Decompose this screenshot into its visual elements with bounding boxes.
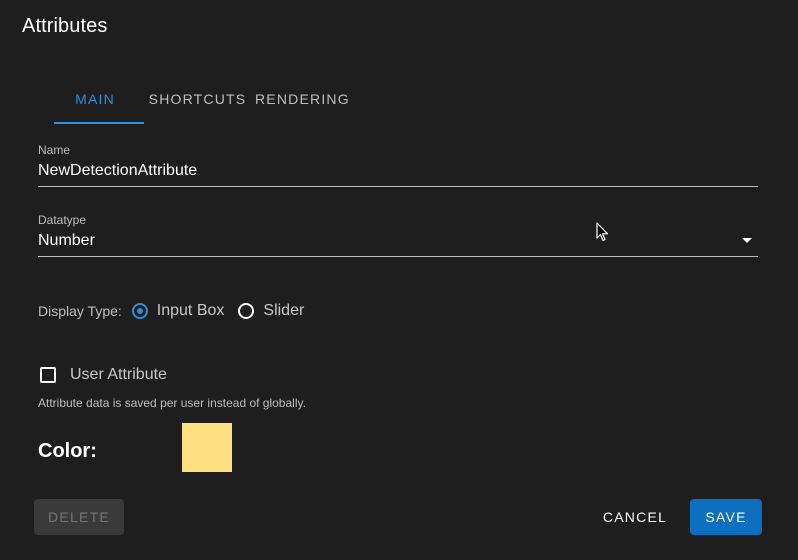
- datatype-label: Datatype: [38, 213, 87, 227]
- delete-button[interactable]: DELETE: [34, 499, 124, 535]
- radio-slider-label[interactable]: Slider: [263, 302, 304, 320]
- user-attribute-label[interactable]: User Attribute: [70, 366, 167, 384]
- radio-unchecked-icon[interactable]: [238, 303, 255, 319]
- user-attribute-checkbox[interactable]: User Attribute: [40, 366, 167, 384]
- save-button[interactable]: SAVE: [690, 499, 762, 535]
- radio-input-box-label[interactable]: Input Box: [157, 302, 225, 320]
- checkbox-icon[interactable]: [40, 367, 56, 383]
- name-field-label: Name: [38, 143, 71, 157]
- color-label: Color:: [38, 440, 97, 462]
- name-field-value[interactable]: NewDetectionAttribute: [38, 161, 758, 181]
- mouse-cursor-icon: [596, 222, 609, 242]
- tab-main[interactable]: MAIN: [54, 76, 144, 124]
- display-type-group: Display Type: Input Box Slider: [38, 298, 318, 324]
- tab-bar: MAIN SHORTCUTS RENDERING: [54, 76, 362, 124]
- radio-checked-icon[interactable]: [131, 303, 148, 319]
- name-field[interactable]: Name NewDetectionAttribute: [38, 143, 758, 187]
- color-swatch[interactable]: [182, 423, 232, 472]
- datatype-select[interactable]: Datatype Number: [38, 213, 758, 257]
- datatype-value[interactable]: Number: [38, 231, 758, 251]
- cancel-button[interactable]: CANCEL: [594, 499, 676, 535]
- chevron-down-icon[interactable]: [742, 238, 752, 243]
- tab-rendering[interactable]: RENDERING: [251, 76, 362, 122]
- dialog-title: Attributes: [22, 15, 108, 37]
- radio-input-box[interactable]: Input Box: [131, 302, 225, 320]
- attributes-dialog: Attributes MAIN SHORTCUTS RENDERING Name…: [0, 0, 798, 560]
- display-type-label: Display Type:: [38, 303, 122, 319]
- tab-shortcuts[interactable]: SHORTCUTS: [144, 76, 251, 122]
- radio-slider[interactable]: Slider: [238, 302, 304, 320]
- user-attribute-hint: Attribute data is saved per user instead…: [38, 396, 306, 410]
